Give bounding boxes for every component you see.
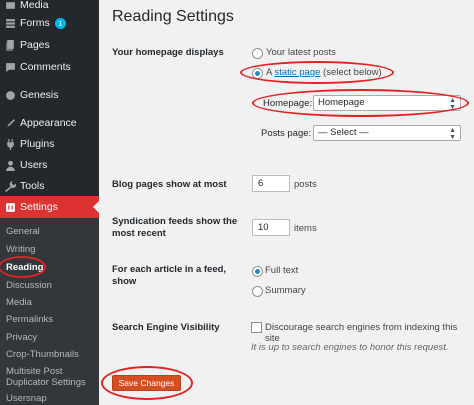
appearance-icon — [0, 112, 20, 134]
select-arrows-icon: ▲ ▼ — [449, 127, 456, 141]
static-page-option: A static page (select below) — [266, 67, 382, 78]
blog-pages-label: Blog pages show at most — [112, 179, 227, 190]
sidebar-item-tools[interactable]: Tools — [0, 175, 99, 197]
sidebar-item-genesis[interactable]: Genesis — [0, 84, 99, 106]
sidebar-item-forms[interactable]: Forms 1 — [0, 12, 99, 34]
save-changes-button[interactable]: Save Changes — [112, 375, 181, 391]
sidebar-item-users[interactable]: Users — [0, 154, 99, 176]
summary-radio[interactable] — [252, 286, 263, 297]
comments-icon — [0, 56, 20, 78]
sidebar-item-label: Users — [20, 159, 48, 171]
submenu-item-usersnap[interactable]: Usersnap — [6, 393, 98, 404]
posts-page-select[interactable]: — Select — ▲ ▼ — [313, 125, 461, 141]
admin-sidebar: Media Forms 1 Pages Comments Genesis App… — [0, 0, 99, 405]
sidebar-item-appearance[interactable]: Appearance — [0, 112, 99, 134]
static-page-radio[interactable] — [252, 68, 263, 79]
tools-icon — [0, 175, 20, 197]
syndication-input[interactable]: 10 — [252, 219, 290, 236]
search-visibility-label: Search Engine Visibility — [112, 322, 220, 333]
full-text-label: Full text — [265, 265, 299, 276]
count-badge: 1 — [54, 17, 66, 29]
submenu-item-reading[interactable]: Reading — [6, 262, 98, 273]
feed-article-label-line2: show — [112, 276, 137, 287]
static-page-prefix: A — [266, 67, 272, 78]
sidebar-item-settings[interactable]: Settings — [0, 196, 99, 218]
blog-pages-input[interactable]: 6 — [252, 175, 290, 192]
submenu-item-multisite-post-duplicator[interactable]: Multisite Post Duplicator Settings — [6, 366, 94, 388]
summary-label: Summary — [265, 285, 306, 296]
settings-icon — [0, 196, 20, 218]
forms-icon — [0, 12, 20, 34]
submenu-item-permalinks[interactable]: Permalinks — [6, 314, 98, 325]
main-content: Reading Settings Your homepage displays … — [99, 0, 474, 405]
sidebar-item-label: Tools — [20, 180, 45, 192]
submenu-item-crop-thumbnails[interactable]: Crop-Thumbnails — [6, 349, 98, 360]
posts-page-select-label: Posts page: — [261, 128, 312, 139]
homepage-displays-label: Your homepage displays — [112, 47, 224, 58]
latest-posts-radio[interactable] — [252, 48, 263, 59]
submenu-item-general[interactable]: General — [6, 226, 98, 237]
sidebar-item-label: Plugins — [20, 138, 55, 150]
sidebar-item-label: Forms — [20, 17, 50, 29]
sidebar-item-label: Appearance — [20, 117, 77, 129]
search-visibility-note: It is up to search engines to honor this… — [251, 342, 449, 353]
sidebar-item-label: Genesis — [20, 89, 59, 101]
submenu-item-privacy[interactable]: Privacy — [6, 332, 98, 343]
plugins-icon — [0, 133, 20, 155]
syndication-unit: items — [294, 223, 317, 234]
syndication-label-line1: Syndication feeds show the — [112, 216, 238, 227]
users-icon — [0, 154, 20, 176]
discourage-search-checkbox[interactable] — [251, 322, 262, 333]
feed-article-label: For each article in a feed, show — [112, 264, 226, 288]
genesis-icon — [0, 84, 20, 106]
submenu-item-media[interactable]: Media — [6, 297, 98, 308]
submenu-item-discussion[interactable]: Discussion — [6, 280, 98, 291]
syndication-label: Syndication feeds show the most recent — [112, 216, 237, 240]
syndication-label-line2: most recent — [112, 228, 166, 239]
static-page-suffix: (select below) — [323, 67, 382, 78]
sidebar-item-label: Settings — [20, 201, 58, 213]
sidebar-item-plugins[interactable]: Plugins — [0, 133, 99, 155]
settings-submenu: General Writing Reading Discussion Media… — [0, 218, 99, 405]
sidebar-item-label: Media — [20, 0, 49, 11]
pages-icon — [0, 34, 20, 56]
page-title: Reading Settings — [112, 8, 234, 25]
sidebar-item-label: Pages — [20, 39, 50, 51]
homepage-select[interactable]: Homepage ▲ ▼ — [313, 95, 461, 111]
static-page-link[interactable]: static page — [274, 67, 320, 78]
feed-article-label-line1: For each article in a feed, — [112, 264, 227, 275]
posts-page-select-value: — Select — — [318, 127, 369, 138]
sidebar-item-comments[interactable]: Comments — [0, 56, 99, 78]
homepage-select-label: Homepage: — [263, 98, 313, 109]
sidebar-item-pages[interactable]: Pages — [0, 34, 99, 56]
latest-posts-label: Your latest posts — [266, 47, 336, 58]
sidebar-item-label: Comments — [20, 61, 71, 73]
submenu-item-writing[interactable]: Writing — [6, 244, 98, 255]
discourage-search-label: Discourage search engines from indexing … — [265, 322, 458, 344]
homepage-select-value: Homepage — [318, 97, 365, 108]
select-arrows-icon: ▲ ▼ — [449, 97, 456, 111]
blog-pages-unit: posts — [294, 179, 317, 190]
full-text-radio[interactable] — [252, 266, 263, 277]
